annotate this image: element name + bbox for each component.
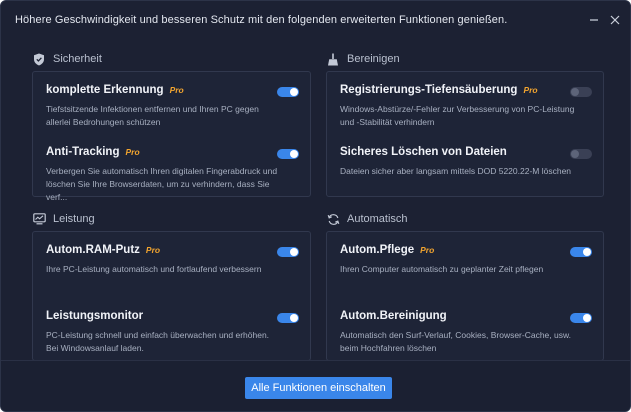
section-panel-performance: Autom.RAM-Putz Pro Ihre PC-Leistung auto… [32, 231, 311, 361]
section-heading-performance: Leistung [32, 211, 95, 227]
section-title: Leistung [53, 213, 95, 225]
feature-name: Anti-Tracking [46, 146, 120, 158]
feature-name: Registrierungs-Tiefensäuberung [340, 84, 518, 96]
feature-row-auto-clean: Autom.Bereinigung Automatisch den Surf-V… [327, 298, 603, 364]
section-title: Automatisch [347, 213, 408, 225]
feature-description: Windows-Abstürze/-Fehler zur Verbesserun… [340, 104, 575, 127]
monitor-icon [32, 212, 46, 226]
toggle-switch[interactable] [570, 313, 592, 323]
feature-description: Verbergen Sie automatisch Ihren digitale… [46, 166, 278, 202]
pro-badge: Pro [523, 85, 538, 95]
window-title: Höhere Geschwindigkeit und besseren Schu… [15, 14, 508, 26]
title-bar: Höhere Geschwindigkeit und besseren Schu… [1, 1, 630, 39]
section-panel-automatic: Autom.Pflege Pro Ihren Computer automati… [326, 231, 604, 361]
feature-row-auto-ram-clean: Autom.RAM-Putz Pro Ihre PC-Leistung auto… [33, 232, 310, 298]
toggle-switch[interactable] [277, 247, 299, 257]
feature-row-complete-scan: komplette Erkennung Pro Tiefstsitzende I… [33, 72, 310, 138]
feature-row-anti-tracking: Anti-Tracking Pro Verbergen Sie automati… [33, 134, 310, 202]
toggle-knob [571, 88, 579, 96]
feature-name: komplette Erkennung [46, 84, 164, 96]
dialog-window: Höhere Geschwindigkeit und besseren Schu… [0, 0, 631, 412]
feature-name: Autom.RAM-Putz [46, 244, 140, 256]
feature-description: Ihre PC-Leistung automatisch und fortlau… [46, 264, 262, 274]
feature-row-secure-delete: Sicheres Löschen von Dateien Dateien sic… [327, 134, 603, 200]
feature-name: Autom.Pflege [340, 244, 415, 256]
enable-all-button[interactable]: Alle Funktionen einschalten [245, 377, 392, 399]
section-title: Sicherheit [53, 53, 102, 65]
feature-name: Autom.Bereinigung [340, 310, 447, 322]
section-title: Bereinigen [347, 53, 400, 65]
toggle-knob [571, 150, 579, 158]
footer-bar: Alle Funktionen einschalten [1, 360, 630, 411]
toggle-knob [290, 314, 298, 322]
section-heading-cleanup: Bereinigen [326, 51, 400, 67]
minimize-icon [590, 19, 598, 21]
toggle-knob [290, 88, 298, 96]
toggle-switch[interactable] [570, 247, 592, 257]
broom-icon [326, 52, 340, 66]
feature-description: Dateien sicher aber langsam mittels DOD … [340, 166, 572, 176]
feature-description: Tiefstsitzende Infektionen entfernen und… [46, 104, 259, 127]
section-panel-security: komplette Erkennung Pro Tiefstsitzende I… [32, 71, 311, 202]
toggle-switch[interactable] [570, 149, 592, 159]
feature-name: Sicheres Löschen von Dateien [340, 146, 507, 158]
feature-row-auto-care: Autom.Pflege Pro Ihren Computer automati… [327, 232, 603, 298]
toggle-knob [583, 248, 591, 256]
section-heading-automatic: Automatisch [326, 211, 408, 227]
pro-badge: Pro [125, 147, 140, 157]
toggle-switch[interactable] [277, 313, 299, 323]
refresh-icon [326, 212, 340, 226]
toggle-knob [290, 248, 298, 256]
shield-icon [32, 52, 46, 66]
pro-badge: Pro [145, 245, 161, 255]
close-icon [610, 15, 620, 25]
pro-badge: Pro [169, 85, 184, 95]
toggle-switch[interactable] [277, 149, 299, 159]
feature-description: PC-Leistung schnell und einfach überwach… [46, 330, 270, 353]
pro-badge: Pro [420, 245, 435, 255]
toggle-switch[interactable] [277, 87, 299, 97]
toggle-knob [290, 150, 298, 158]
feature-name: Leistungsmonitor [46, 310, 144, 322]
feature-description: Ihren Computer automatisch zu geplanter … [340, 264, 544, 274]
feature-description: Automatisch den Surf-Verlauf, Cookies, B… [340, 330, 572, 353]
close-button[interactable] [604, 9, 626, 31]
feature-row-registry-cleanup: Registrierungs-Tiefensäuberung Pro Windo… [327, 72, 603, 138]
section-panel-cleanup: Registrierungs-Tiefensäuberung Pro Windo… [326, 71, 604, 197]
section-heading-security: Sicherheit [32, 51, 102, 67]
toggle-switch[interactable] [570, 87, 592, 97]
toggle-knob [583, 314, 591, 322]
minimize-button[interactable] [583, 9, 605, 31]
feature-row-performance-monitor: Leistungsmonitor PC-Leistung schnell und… [33, 298, 310, 364]
